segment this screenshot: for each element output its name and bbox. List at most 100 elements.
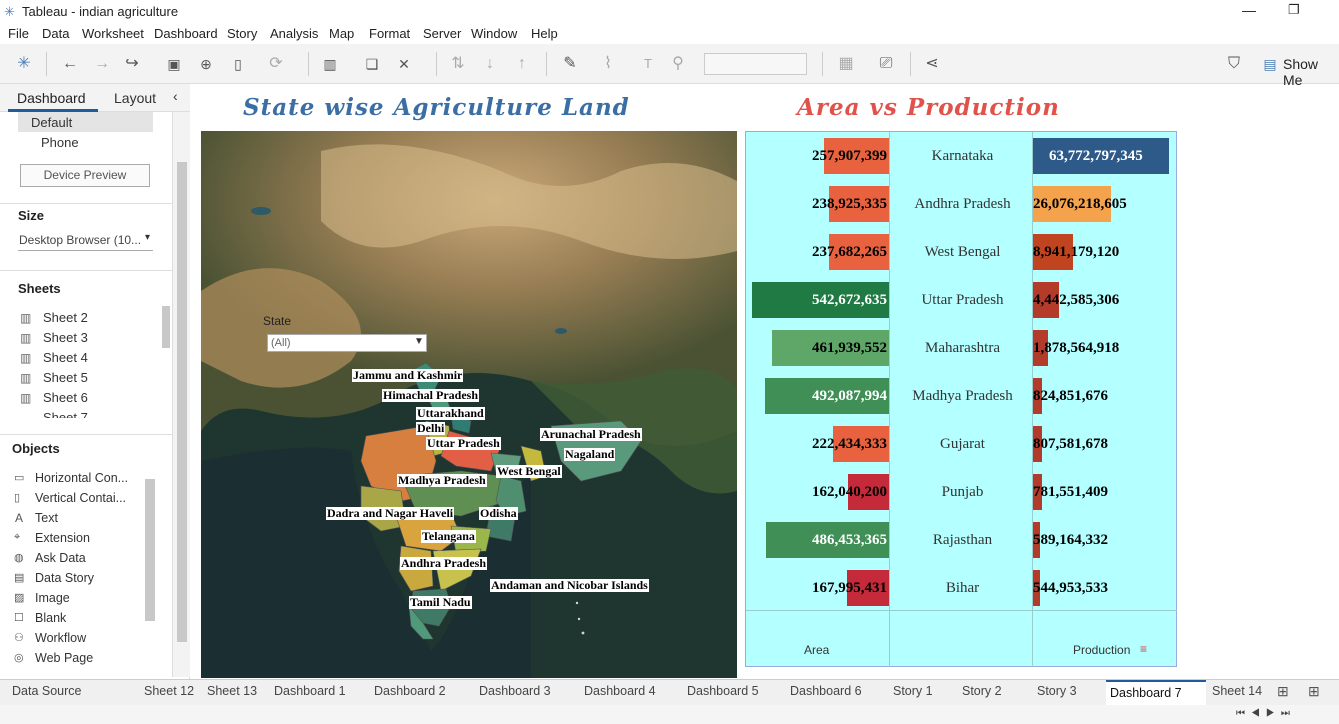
tab-layout[interactable]: Layout — [114, 90, 156, 106]
map-title: State wise Agriculture Land — [243, 94, 630, 121]
menu-data[interactable]: Data — [42, 26, 69, 41]
object-item[interactable]: Web Page — [35, 651, 93, 665]
new-sheet-icon[interactable]: ⊞ — [1277, 683, 1289, 700]
production-column-header[interactable]: Production — [1073, 643, 1130, 657]
device-default[interactable]: Default — [31, 115, 72, 130]
pane-scrollbar[interactable] — [172, 112, 190, 677]
format-painter-icon[interactable]: ⛉ — [1224, 54, 1244, 74]
sheet-tab[interactable]: Dashboard 1 — [270, 680, 368, 705]
sheet-item[interactable]: Sheet 5 — [43, 370, 88, 385]
sort-icon[interactable]: ≡ — [1140, 642, 1147, 656]
object-item[interactable]: Horizontal Con... — [35, 471, 128, 485]
object-item[interactable]: Extension — [35, 531, 90, 545]
fit-dropdown[interactable] — [704, 53, 807, 75]
sheet-tab[interactable]: Dashboard 6 — [786, 680, 887, 705]
sheet-item[interactable]: Sheet 4 — [43, 350, 88, 365]
sheet-tab[interactable]: Dashboard 2 — [370, 680, 473, 705]
sort-ascending-icon[interactable]: ↓ — [480, 54, 500, 74]
table-row[interactable]: 237,682,265 West Bengal 8,941,179,120 — [746, 232, 1178, 280]
collapse-pane-icon[interactable]: ‹ — [173, 88, 178, 104]
menu-worksheet[interactable]: Worksheet — [82, 26, 144, 41]
table-row[interactable]: 486,453,365 Rajasthan 589,164,332 — [746, 520, 1178, 568]
menu-format[interactable]: Format — [369, 26, 410, 41]
sheet-tab[interactable]: Dashboard 4 — [580, 680, 681, 705]
sheet-tab[interactable]: Sheet 12 — [140, 680, 201, 705]
india-map[interactable]: State (All) ▼ Jammu and Kashmir Himachal… — [201, 131, 737, 678]
object-item[interactable]: Vertical Contai... — [35, 491, 126, 505]
device-phone[interactable]: Phone — [41, 135, 79, 150]
device-preview-button[interactable]: Device Preview — [20, 164, 150, 187]
menu-map[interactable]: Map — [329, 26, 354, 41]
table-row[interactable]: 238,925,335 Andhra Pradesh 26,076,218,605 — [746, 184, 1178, 232]
sheet-tab[interactable]: Story 2 — [958, 680, 1031, 705]
menu-server[interactable]: Server — [423, 26, 461, 41]
refresh-icon[interactable]: ⟳ — [266, 54, 286, 74]
tab-dashboard[interactable]: Dashboard — [17, 90, 86, 106]
sheet-tab[interactable]: Data Source — [8, 680, 138, 705]
object-item[interactable]: Ask Data — [35, 551, 86, 565]
object-item[interactable]: Image — [35, 591, 70, 605]
sheets-scrollbar[interactable] — [162, 306, 170, 348]
sheet-tab[interactable]: Dashboard 7 — [1106, 680, 1206, 705]
sheet-tab[interactable]: Dashboard 5 — [683, 680, 784, 705]
menu-analysis[interactable]: Analysis — [270, 26, 318, 41]
object-item[interactable]: Data Story — [35, 571, 94, 585]
object-item[interactable]: Workflow — [35, 631, 86, 645]
sheet-item[interactable]: Sheet 6 — [43, 390, 88, 405]
sheets-header: Sheets — [18, 281, 61, 296]
table-row[interactable]: 162,040,200 Punjab 781,551,409 — [746, 472, 1178, 520]
show-me-button[interactable]: Show Me — [1283, 56, 1339, 88]
object-item[interactable]: Text — [35, 511, 58, 525]
show-me-icon[interactable]: ▤ — [1260, 54, 1280, 74]
sheet-item[interactable]: Sheet 2 — [43, 310, 88, 325]
show-cards-icon[interactable]: ▦ — [836, 54, 856, 74]
new-dashboard-icon[interactable]: ⊞ — [1308, 683, 1320, 700]
sheet-item[interactable]: Sheet 7 — [43, 410, 88, 418]
table-row[interactable]: 492,087,994 Madhya Pradesh 824,851,676 — [746, 376, 1178, 424]
swap-icon[interactable]: ⇅ — [448, 54, 468, 74]
table-row[interactable]: 461,939,552 Maharashtra 1,878,564,918 — [746, 328, 1178, 376]
undo-icon[interactable]: ← — [60, 54, 80, 74]
save-icon[interactable]: ▣ — [164, 54, 184, 74]
attach-icon[interactable]: ⌇ — [598, 54, 618, 74]
objects-scrollbar[interactable] — [145, 479, 155, 621]
tableau-home-icon[interactable]: ✳ — [14, 54, 34, 74]
redo-icon[interactable]: → — [92, 54, 112, 74]
table-row[interactable]: 542,672,635 Uttar Pradesh 4,442,585,306 — [746, 280, 1178, 328]
menu-story[interactable]: Story — [227, 26, 257, 41]
sheet-tab[interactable]: Dashboard 3 — [475, 680, 578, 705]
chevron-down-icon[interactable]: ▾ — [145, 232, 150, 243]
restore-icon[interactable]: ❐ — [1288, 2, 1300, 18]
new-data-source-icon[interactable]: ⊕ — [196, 54, 216, 74]
sheet-tab[interactable]: Story 3 — [1033, 680, 1104, 705]
presentation-mode-icon[interactable]: ⎚ — [876, 54, 896, 74]
sort-descending-icon[interactable]: ↑ — [512, 54, 532, 74]
state-filter-dropdown[interactable]: (All) ▼ — [267, 334, 427, 352]
label-icon[interactable]: T — [638, 54, 658, 74]
new-worksheet-icon[interactable]: ▥ — [320, 54, 340, 74]
sheet-tab[interactable]: Story 1 — [889, 680, 956, 705]
area-column-header[interactable]: Area — [804, 643, 829, 657]
sheet-tab[interactable]: Sheet 13 — [203, 680, 268, 705]
menu-file[interactable]: File — [8, 26, 29, 41]
highlight-icon[interactable]: ✎ — [560, 54, 580, 74]
sheet-item[interactable]: Sheet 3 — [43, 330, 88, 345]
table-row[interactable]: 222,434,333 Gujarat 807,581,678 — [746, 424, 1178, 472]
replay-icon[interactable]: ↪ — [122, 54, 142, 74]
tab-navigation-icon[interactable]: ⏮◀▶⏭ — [1236, 708, 1296, 719]
object-item[interactable]: Blank — [35, 611, 66, 625]
minimize-icon[interactable]: — — [1242, 2, 1256, 18]
clear-sheet-icon[interactable]: ✕ — [394, 54, 414, 74]
share-icon[interactable]: ⋖ — [922, 54, 942, 74]
area-production-table[interactable]: 257,907,399 Karnataka 63,772,797,345 238,92… — [745, 131, 1177, 667]
sheet-tab[interactable]: Sheet 14 — [1208, 680, 1268, 705]
table-row[interactable]: 167,995,431 Bihar 544,953,533 — [746, 568, 1178, 616]
duplicate-icon[interactable]: ❏ — [362, 54, 382, 74]
menu-help[interactable]: Help — [531, 26, 558, 41]
pause-updates-icon[interactable]: ▯ — [228, 54, 248, 74]
pin-icon[interactable]: ⚲ — [668, 54, 688, 74]
menu-window[interactable]: Window — [471, 26, 517, 41]
menu-dashboard[interactable]: Dashboard — [154, 26, 218, 41]
size-dropdown[interactable]: Desktop Browser (10... — [19, 233, 141, 247]
table-row[interactable]: 257,907,399 Karnataka 63,772,797,345 — [746, 136, 1178, 184]
